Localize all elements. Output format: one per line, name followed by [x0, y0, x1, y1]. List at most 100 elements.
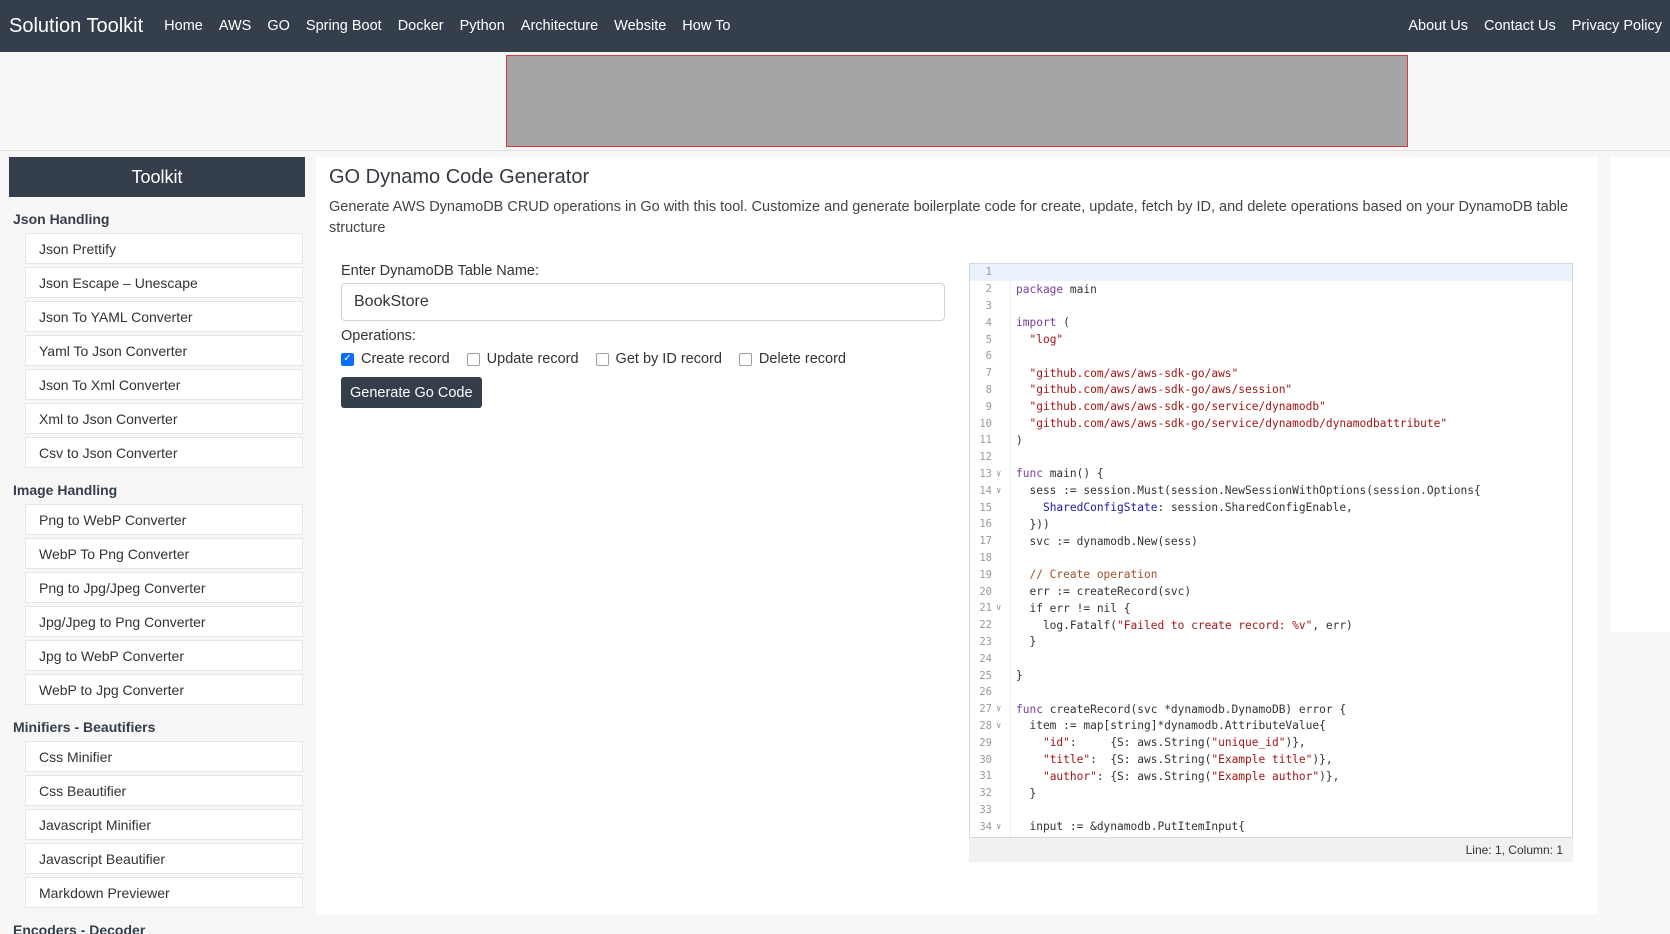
page-title: GO Dynamo Code Generator — [329, 166, 590, 188]
checkbox-box[interactable] — [595, 352, 609, 366]
sidebar-item-yaml-to-json-converter[interactable]: Yaml To Json Converter — [25, 335, 303, 366]
checkbox-box[interactable] — [466, 352, 480, 366]
sidebar-section: Encoders - Decoder — [9, 908, 305, 934]
nav-link-how-to[interactable]: How To — [674, 18, 738, 34]
ad-banner-area — [0, 52, 1670, 151]
nav-link-go[interactable]: GO — [259, 18, 298, 34]
checkbox-label: Update record — [486, 351, 579, 367]
fold-toggle-icon[interactable]: ∨ — [992, 822, 1010, 832]
fold-toggle-icon[interactable]: ∨ — [992, 704, 1010, 714]
nav-link-docker[interactable]: Docker — [390, 18, 452, 34]
sidebar-item-json-prettify[interactable]: Json Prettify — [25, 233, 303, 264]
line-number: 4 — [985, 316, 992, 329]
code-text: err := createRecord(svc) — [1016, 585, 1192, 599]
sidebar-section: Json Handling Json Prettify Json Escape – … — [9, 197, 305, 468]
checkbox-delete-record[interactable]: Delete record — [738, 351, 846, 367]
nav-link-about-us[interactable]: About Us — [1400, 18, 1476, 34]
code-line: 33 — [970, 802, 1572, 819]
line-number: 14 — [979, 484, 992, 497]
code-line: 2 package main — [970, 281, 1572, 298]
code-line: 12 — [970, 449, 1572, 466]
sidebar-item-json-escape-unescape[interactable]: Json Escape – Unescape — [25, 267, 303, 298]
right-side-panel — [1610, 157, 1670, 632]
code-line: 10 "github.com/aws/aws-sdk-go/service/dy… — [970, 415, 1572, 432]
sidebar-item-png-to-webp-converter[interactable]: Png to WebP Converter — [25, 504, 303, 535]
code-text: } — [1016, 786, 1037, 800]
code-line: 16 })) — [970, 516, 1572, 533]
code-line: 4 import ( — [970, 314, 1572, 331]
line-number: 22 — [979, 619, 992, 632]
nav-link-privacy-policy[interactable]: Privacy Policy — [1564, 18, 1670, 34]
code-text: "log" — [1029, 333, 1064, 347]
nav-link-website[interactable]: Website — [606, 18, 674, 34]
sidebar-item-webp-to-png-converter[interactable]: WebP To Png Converter — [25, 538, 303, 569]
fold-toggle-icon[interactable]: ∨ — [992, 721, 1010, 731]
nav-link-spring-boot[interactable]: Spring Boot — [298, 18, 390, 34]
checkbox-box[interactable] — [738, 352, 752, 366]
line-number: 33 — [979, 803, 992, 816]
table-name-input[interactable] — [341, 283, 945, 321]
code-text: } — [1016, 669, 1023, 683]
checkbox-create-record[interactable]: ✓ Create record — [341, 351, 450, 367]
code-text: package main — [1016, 282, 1097, 296]
line-number: 12 — [979, 451, 992, 464]
line-number: 2 — [985, 283, 992, 296]
code-line: 24 — [970, 650, 1572, 667]
sidebar-item-json-to-xml-converter[interactable]: Json To Xml Converter — [25, 369, 303, 400]
sidebar-item-png-to-jpg-jpeg-converter[interactable]: Png to Jpg/Jpeg Converter — [25, 572, 303, 603]
nav-link-aws[interactable]: AWS — [211, 18, 260, 34]
line-number: 29 — [979, 736, 992, 749]
fold-toggle-icon[interactable]: ∨ — [992, 469, 1010, 479]
nav-link-python[interactable]: Python — [452, 18, 513, 34]
sidebar-item-webp-to-jpg-converter[interactable]: WebP to Jpg Converter — [25, 674, 303, 705]
brand-logo[interactable]: Solution Toolkit — [9, 15, 143, 38]
checkbox-get-by-id-record[interactable]: Get by ID record — [595, 351, 722, 367]
line-number: 19 — [979, 568, 992, 581]
checkbox-box[interactable]: ✓ — [341, 352, 354, 366]
fold-toggle-icon[interactable]: ∨ — [992, 603, 1010, 613]
generator-form: Enter DynamoDB Table Name: Operations: ✓… — [341, 263, 945, 408]
line-number: 1 — [985, 266, 992, 279]
sidebar-item-xml-to-json-converter[interactable]: Xml to Json Converter — [25, 403, 303, 434]
sidebar-item-javascript-beautifier[interactable]: Javascript Beautifier — [25, 843, 303, 874]
line-number: 10 — [979, 417, 992, 430]
cursor-position: Line: 1, Column: 1 — [1465, 843, 1563, 857]
code-text: ) — [1016, 433, 1023, 447]
code-line: 11) — [970, 432, 1572, 449]
code-line: 9 "github.com/aws/aws-sdk-go/service/dyn… — [970, 398, 1572, 415]
nav-link-home[interactable]: Home — [156, 18, 211, 34]
code-text: func createRecord(svc *dynamodb.DynamoDB… — [1016, 702, 1347, 716]
line-number: 15 — [979, 501, 992, 514]
code-editor[interactable]: 1 2 package main 3 4 import (5 "log" 6 7 "githu… — [969, 263, 1573, 838]
fold-toggle-icon[interactable]: ∨ — [992, 486, 1010, 496]
code-text: "id": {S: aws.String("unique_id")}, — [1042, 736, 1306, 750]
generate-go-code-button[interactable]: Generate Go Code — [341, 377, 482, 408]
code-line: 6 — [970, 348, 1572, 365]
checkbox-update-record[interactable]: Update record — [466, 351, 579, 367]
code-text: item := map[string]*dynamodb.AttributeVa… — [1016, 719, 1326, 733]
code-line: 8 "github.com/aws/aws-sdk-go/aws/session… — [970, 382, 1572, 399]
sidebar-item-jpg-to-webp-converter[interactable]: Jpg to WebP Converter — [25, 640, 303, 671]
sidebar-item-markdown-previewer[interactable]: Markdown Previewer — [25, 877, 303, 908]
sidebar-item-css-minifier[interactable]: Css Minifier — [25, 741, 303, 772]
nav-link-contact-us[interactable]: Contact Us — [1476, 18, 1564, 34]
sidebar-item-css-beautifier[interactable]: Css Beautifier — [25, 775, 303, 806]
page-description: Generate AWS DynamoDB CRUD operations in… — [329, 199, 1569, 236]
sidebar-section-title: Minifiers - Beautifiers — [13, 719, 156, 735]
code-text: "github.com/aws/aws-sdk-go/service/dynam… — [1029, 417, 1448, 431]
line-number: 6 — [985, 350, 992, 363]
sidebar-section-title: Image Handling — [13, 482, 118, 498]
code-line: 18 — [970, 550, 1572, 567]
sidebar-section: Image Handling Png to WebP Converter WebP … — [9, 468, 305, 705]
sidebar-item-csv-to-json-converter[interactable]: Csv to Json Converter — [25, 437, 303, 468]
code-text: svc := dynamodb.New(sess) — [1016, 534, 1198, 548]
sidebar: Toolkit Json Handling Json Prettify Json E… — [9, 157, 305, 934]
sidebar-list: Json Prettify Json Escape – Unescape Json … — [9, 233, 305, 468]
code-line: 20 err := createRecord(svc) — [970, 583, 1572, 600]
code-line: 26 — [970, 684, 1572, 701]
nav-link-architecture[interactable]: Architecture — [513, 18, 606, 34]
sidebar-item-json-to-yaml-converter[interactable]: Json To YAML Converter — [25, 301, 303, 332]
sidebar-item-jpg-jpeg-to-png-converter[interactable]: Jpg/Jpeg to Png Converter — [25, 606, 303, 637]
sidebar-item-javascript-minifier[interactable]: Javascript Minifier — [25, 809, 303, 840]
sidebar-section-title: Encoders - Decoder — [13, 922, 146, 934]
